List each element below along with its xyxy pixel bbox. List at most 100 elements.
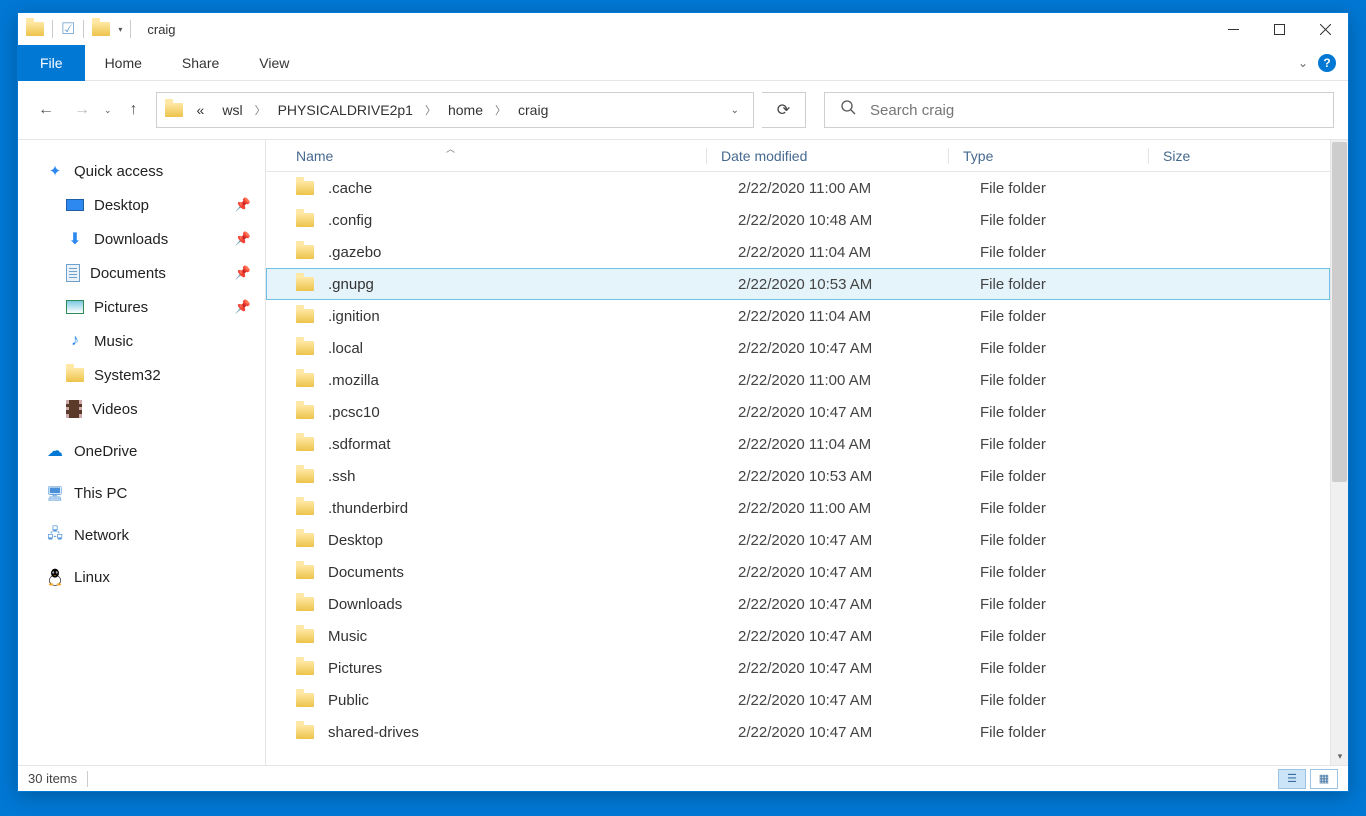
folder-icon — [296, 597, 314, 611]
file-row[interactable]: Desktop2/22/2020 10:47 AMFile folder — [266, 524, 1330, 556]
folder-icon — [296, 533, 314, 547]
file-name: Downloads — [328, 596, 724, 613]
file-row[interactable]: .gazebo2/22/2020 11:04 AMFile folder — [266, 236, 1330, 268]
folder-icon — [296, 405, 314, 419]
file-date: 2/22/2020 10:47 AM — [724, 692, 966, 709]
column-type[interactable]: Type — [948, 148, 1148, 164]
file-date: 2/22/2020 10:47 AM — [724, 532, 966, 549]
title-bar[interactable]: ☑ ▾ craig — [18, 13, 1348, 45]
file-row[interactable]: Music2/22/2020 10:47 AMFile folder — [266, 620, 1330, 652]
scroll-down-icon[interactable]: ▾ — [1331, 747, 1349, 765]
file-row[interactable]: Downloads2/22/2020 10:47 AMFile folder — [266, 588, 1330, 620]
breadcrumb-2[interactable]: home — [442, 102, 489, 118]
tab-home[interactable]: Home — [85, 45, 162, 81]
nav-network[interactable]: 🖧 Network — [18, 518, 265, 552]
close-button[interactable] — [1302, 13, 1348, 45]
file-row[interactable]: .thunderbird2/22/2020 11:00 AMFile folde… — [266, 492, 1330, 524]
file-name: .ssh — [328, 468, 724, 485]
nav-item-system32[interactable]: System32 — [18, 358, 265, 392]
ribbon-expand-icon[interactable]: ⌄ — [1298, 56, 1308, 70]
address-bar[interactable]: « wsl 〉 PHYSICALDRIVE2p1 〉 home 〉 craig … — [156, 92, 754, 128]
nav-linux[interactable]: Linux — [18, 560, 265, 594]
picture-icon — [66, 300, 84, 314]
file-date: 2/22/2020 11:04 AM — [724, 244, 966, 261]
nav-item-downloads[interactable]: ⬇Downloads📌 — [18, 222, 265, 256]
back-button[interactable]: ← — [32, 96, 60, 124]
file-row[interactable]: .config2/22/2020 10:48 AMFile folder — [266, 204, 1330, 236]
quick-access-toolbar: ☑ ▾ craig — [18, 19, 176, 39]
folder-icon — [66, 368, 84, 382]
folder-icon — [296, 245, 314, 259]
qat-customize-icon[interactable]: ▾ — [118, 25, 122, 34]
nav-onedrive[interactable]: ☁ OneDrive — [18, 434, 265, 468]
refresh-button[interactable]: ⟳ — [762, 92, 806, 128]
forward-button[interactable]: → — [68, 96, 96, 124]
search-input[interactable] — [870, 102, 1317, 119]
breadcrumb-3[interactable]: craig — [512, 102, 554, 118]
file-date: 2/22/2020 10:47 AM — [724, 404, 966, 421]
file-name: Documents — [328, 564, 724, 581]
breadcrumb-0[interactable]: wsl — [216, 102, 248, 118]
breadcrumb-ellipsis[interactable]: « — [191, 102, 211, 118]
folder-icon — [296, 469, 314, 483]
column-date[interactable]: Date modified — [706, 148, 948, 164]
nav-item-documents[interactable]: Documents📌 — [18, 256, 265, 290]
nav-quick-access[interactable]: ✦ Quick access — [18, 154, 265, 188]
file-row[interactable]: .pcsc102/22/2020 10:47 AMFile folder — [266, 396, 1330, 428]
file-date: 2/22/2020 11:00 AM — [724, 180, 966, 197]
address-history-icon[interactable]: ⌄ — [725, 105, 745, 116]
address-bar-row: ← → ⌄ ↑ « wsl 〉 PHYSICALDRIVE2p1 〉 home … — [18, 81, 1348, 139]
folder-icon — [296, 309, 314, 323]
tab-share[interactable]: Share — [162, 45, 239, 81]
file-type: File folder — [966, 532, 1166, 549]
nav-item-pictures[interactable]: Pictures📌 — [18, 290, 265, 324]
search-box[interactable] — [824, 92, 1334, 128]
chevron-right-icon[interactable]: 〉 — [425, 102, 436, 118]
window-title: craig — [139, 22, 175, 37]
file-list-pane: Name ︿ Date modified Type Size .cache2/2… — [266, 140, 1348, 765]
file-row[interactable]: .ignition2/22/2020 11:04 AMFile folder — [266, 300, 1330, 332]
nav-this-pc[interactable]: 🖥 This PC — [18, 476, 265, 510]
file-row[interactable]: shared-drives2/22/2020 10:47 AMFile fold… — [266, 716, 1330, 748]
tab-view[interactable]: View — [239, 45, 309, 81]
file-row[interactable]: .cache2/22/2020 11:00 AMFile folder — [266, 172, 1330, 204]
nav-item-videos[interactable]: Videos — [18, 392, 265, 426]
up-button[interactable]: ↑ — [120, 96, 148, 124]
breadcrumb-1[interactable]: PHYSICALDRIVE2p1 — [272, 102, 419, 118]
file-date: 2/22/2020 11:00 AM — [724, 372, 966, 389]
help-icon[interactable]: ? — [1318, 54, 1336, 72]
chevron-right-icon[interactable]: 〉 — [255, 102, 266, 118]
chevron-right-icon[interactable]: 〉 — [495, 102, 506, 118]
view-large-icons-button[interactable]: ▦ — [1310, 769, 1338, 789]
address-folder-icon — [165, 103, 183, 117]
minimize-button[interactable] — [1210, 13, 1256, 45]
navigation-pane: ✦ Quick access Desktop📌⬇Downloads📌Docume… — [18, 140, 266, 765]
qat-properties-icon[interactable]: ☑ — [61, 19, 75, 39]
column-name[interactable]: Name ︿ — [296, 148, 706, 164]
nav-label: Pictures — [94, 299, 148, 316]
scrollbar[interactable]: ▴ ▾ — [1330, 140, 1348, 765]
qat-newfolder-icon[interactable] — [92, 22, 110, 36]
file-type: File folder — [966, 340, 1166, 357]
file-row[interactable]: Public2/22/2020 10:47 AMFile folder — [266, 684, 1330, 716]
recent-locations-icon[interactable]: ⌄ — [104, 105, 112, 116]
scrollbar-thumb[interactable] — [1332, 142, 1347, 482]
file-row[interactable]: .gnupg2/22/2020 10:53 AMFile folder — [266, 268, 1330, 300]
column-size[interactable]: Size — [1148, 148, 1288, 164]
folder-icon — [296, 725, 314, 739]
file-row[interactable]: Pictures2/22/2020 10:47 AMFile folder — [266, 652, 1330, 684]
file-type: File folder — [966, 244, 1166, 261]
view-details-button[interactable]: ☰ — [1278, 769, 1306, 789]
file-row[interactable]: .mozilla2/22/2020 11:00 AMFile folder — [266, 364, 1330, 396]
nav-item-music[interactable]: ♪Music — [18, 324, 265, 358]
file-row[interactable]: .local2/22/2020 10:47 AMFile folder — [266, 332, 1330, 364]
nav-item-desktop[interactable]: Desktop📌 — [18, 188, 265, 222]
file-row[interactable]: Documents2/22/2020 10:47 AMFile folder — [266, 556, 1330, 588]
film-icon — [66, 400, 82, 418]
file-tab[interactable]: File — [18, 45, 85, 81]
file-date: 2/22/2020 10:47 AM — [724, 340, 966, 357]
explorer-window: ☑ ▾ craig File Home Share View ⌄ ? ← → ⌄… — [17, 12, 1349, 792]
maximize-button[interactable] — [1256, 13, 1302, 45]
file-row[interactable]: .sdformat2/22/2020 11:04 AMFile folder — [266, 428, 1330, 460]
file-row[interactable]: .ssh2/22/2020 10:53 AMFile folder — [266, 460, 1330, 492]
